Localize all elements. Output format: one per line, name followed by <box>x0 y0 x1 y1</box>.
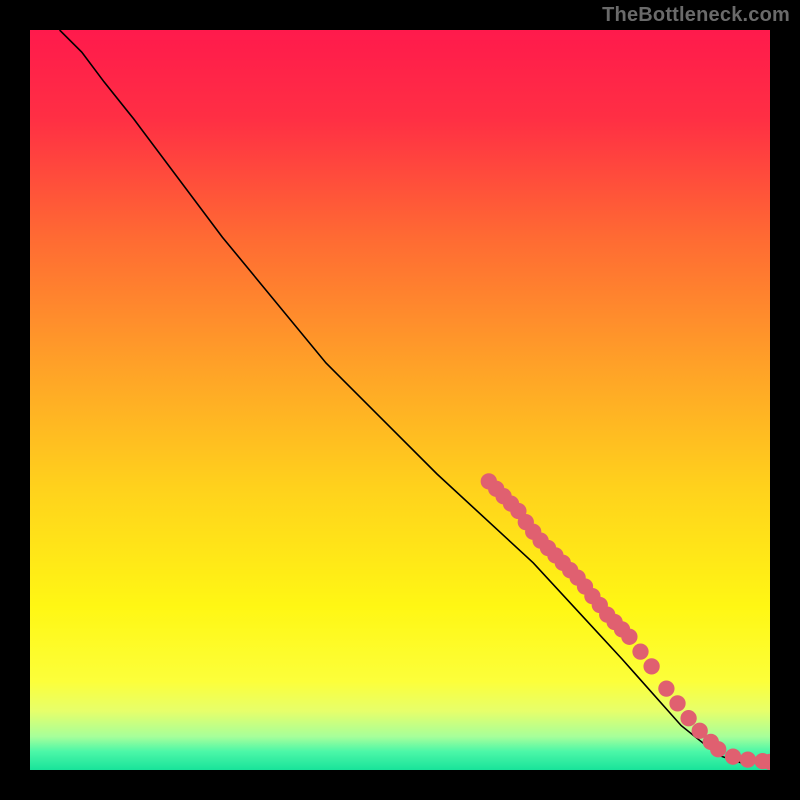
data-point <box>680 710 696 726</box>
watermark-text: TheBottleneck.com <box>602 4 790 27</box>
chart-background <box>30 30 770 770</box>
data-point <box>710 741 726 757</box>
data-point <box>669 695 685 711</box>
data-point <box>643 658 659 674</box>
data-point <box>740 752 756 768</box>
data-point <box>725 749 741 765</box>
data-point <box>658 680 674 696</box>
chart-frame: TheBottleneck.com <box>0 0 800 800</box>
data-point <box>621 629 637 645</box>
chart-svg <box>30 30 770 770</box>
data-point <box>632 643 648 659</box>
plot-area <box>30 30 770 770</box>
